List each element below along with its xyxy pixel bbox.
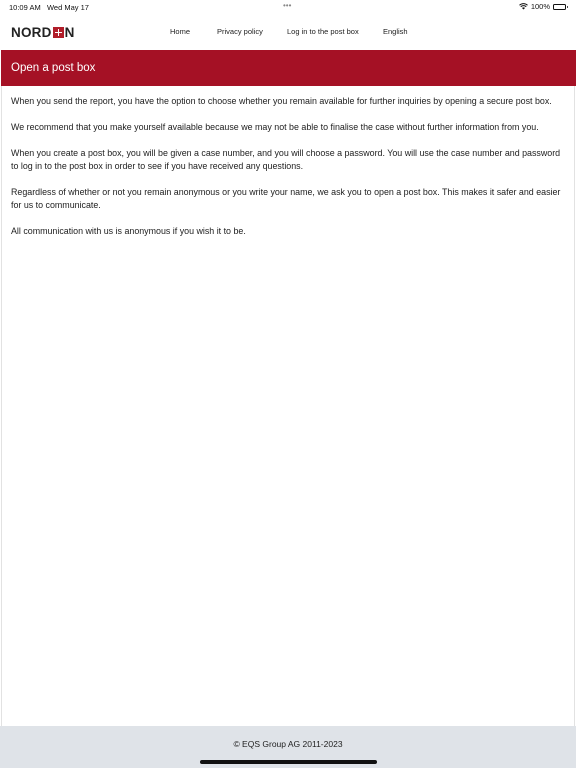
status-date-value: Wed May 17 bbox=[46, 3, 89, 12]
nav-language-link[interactable]: English bbox=[383, 27, 408, 36]
wifi-icon bbox=[518, 3, 528, 10]
home-indicator[interactable] bbox=[200, 760, 377, 764]
status-bar: 10:09 AM Wed May 17 ••• 100% bbox=[0, 0, 576, 14]
logo-mark-icon bbox=[52, 26, 64, 38]
paragraph: Regardless of whether or not you remain … bbox=[11, 187, 561, 210]
paragraph: When you create a post box, you will be … bbox=[11, 148, 561, 171]
logo-text-right: N bbox=[64, 24, 75, 40]
status-time: 10:09 AM Wed May 17 bbox=[9, 3, 89, 12]
paragraph: We recommend that you make yourself avai… bbox=[11, 122, 539, 132]
paragraph: All communication with us is anonymous i… bbox=[11, 226, 246, 236]
nav-home-link[interactable]: Home bbox=[170, 27, 190, 36]
site-header: NORD N Home Privacy policy Log in to the… bbox=[0, 14, 576, 50]
logo-text-left: NORD bbox=[11, 24, 52, 40]
nav-privacy-policy-link[interactable]: Privacy policy bbox=[217, 27, 263, 36]
copyright-text: © EQS Group AG 2011-2023 bbox=[233, 739, 343, 749]
paragraph: When you send the report, you have the o… bbox=[11, 96, 552, 106]
page-title: Open a post box bbox=[1, 50, 576, 86]
body-text: When you send the report, you have the o… bbox=[11, 95, 567, 251]
app-window: 10:09 AM Wed May 17 ••• 100% NORD N Home… bbox=[0, 0, 576, 768]
nav-login-post-box-link[interactable]: Log in to the post box bbox=[287, 27, 359, 36]
multitasking-dots[interactable]: ••• bbox=[283, 1, 291, 10]
status-time-value: 10:09 AM bbox=[9, 3, 41, 12]
status-right: 100% bbox=[518, 2, 568, 11]
content-panel: Open a post box When you send the report… bbox=[1, 50, 576, 726]
battery-icon bbox=[553, 3, 568, 10]
nordden-logo[interactable]: NORD N bbox=[11, 24, 75, 40]
battery-percent: 100% bbox=[530, 2, 550, 11]
